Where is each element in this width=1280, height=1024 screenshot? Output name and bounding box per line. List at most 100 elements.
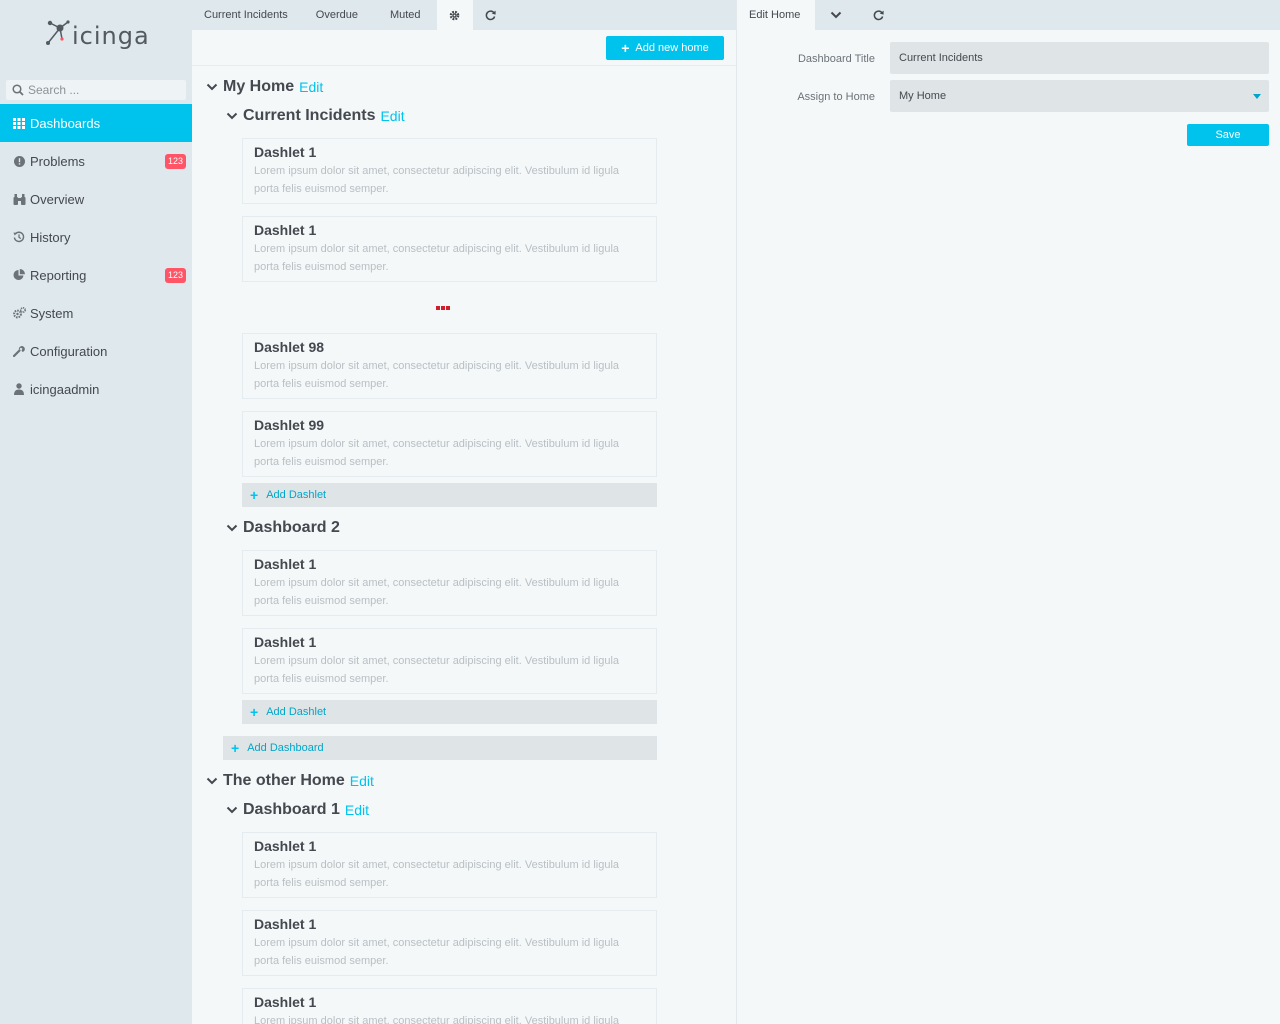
home-header[interactable]: The other Home Edit [206, 772, 374, 790]
sidebar-item-history[interactable]: History [0, 218, 192, 256]
dashlet-card[interactable]: Dashlet 1 Lorem ipsum dolor sit amet, co… [242, 628, 657, 694]
dashboard-overview-pane: Current Incidents Overdue Muted + Add ne… [192, 0, 736, 1024]
dashboard-header[interactable]: Current Incidents Edit [226, 107, 405, 125]
add-dashlet-button[interactable]: + Add Dashlet [242, 483, 657, 507]
grid-icon [12, 116, 26, 130]
sidebar-item-reporting[interactable]: Reporting 123 [0, 256, 192, 294]
assign-home-label: Assign to Home [797, 91, 875, 103]
dashlet-card[interactable]: Dashlet 1 Lorem ipsum dolor sit amet, co… [242, 216, 657, 282]
dashboard-title: Current Incidents [243, 107, 376, 124]
tab-overdue[interactable]: Overdue [300, 0, 374, 30]
edit-dashboard-link[interactable]: Edit [345, 802, 369, 818]
main-tab-bar: Current Incidents Overdue Muted [192, 0, 736, 30]
sidebar-item-label: Problems [30, 153, 85, 169]
dashboard-header[interactable]: Dashboard 1 Edit [226, 801, 369, 819]
refresh-tab-button[interactable] [857, 0, 899, 30]
dashlet-card[interactable]: Dashlet 1 Lorem ipsum dolor sit amet, co… [242, 138, 657, 204]
tab-settings[interactable] [436, 0, 473, 30]
dashlet-card[interactable]: Dashlet 1 Lorem ipsum dolor sit amet, co… [242, 832, 657, 898]
gears-icon [12, 306, 26, 320]
search-icon [12, 84, 24, 96]
plus-icon: + [250, 704, 259, 720]
refresh-tab-button[interactable] [473, 0, 509, 30]
wrench-icon [12, 344, 26, 358]
chevron-down-icon [226, 112, 238, 120]
plus-icon: + [231, 740, 240, 756]
sidebar-item-label: Overview [30, 191, 85, 207]
sidebar-item-label: Dashboards [30, 115, 101, 131]
dashlet-card[interactable]: Dashlet 1 Lorem ipsum dolor sit amet, co… [242, 550, 657, 616]
chevron-down-icon [226, 524, 238, 532]
dashlet-description: Lorem ipsum dolor sit amet, consectetur … [254, 859, 620, 889]
sidebar-item-system[interactable]: System [0, 294, 192, 332]
caret-down-icon [1253, 94, 1261, 99]
save-button[interactable]: Save [1187, 124, 1269, 146]
chevron-down-icon [206, 83, 218, 91]
history-icon [12, 230, 26, 244]
dashlet-description: Lorem ipsum dolor sit amet, consectetur … [254, 243, 620, 273]
gear-icon [449, 10, 460, 20]
dashlet-card[interactable]: Dashlet 1 Lorem ipsum dolor sit amet, co… [242, 988, 657, 1024]
dashlet-title: Dashlet 1 [254, 916, 317, 932]
sidebar-item-overview[interactable]: Overview [0, 180, 192, 218]
dashlet-title: Dashlet 1 [254, 222, 317, 238]
plus-icon: + [250, 487, 259, 503]
more-dashlets-ellipsis [436, 306, 450, 310]
sidebar-item-user[interactable]: icingaadmin [0, 370, 192, 408]
sidebar-item-configuration[interactable]: Configuration [0, 332, 192, 370]
tab-current-incidents[interactable]: Current Incidents [192, 0, 300, 30]
alert-circle-icon [12, 154, 26, 168]
divider [192, 65, 736, 66]
dashlet-description: Lorem ipsum dolor sit amet, consectetur … [254, 360, 620, 390]
sidebar-item-problems[interactable]: Problems 123 [0, 142, 192, 180]
logo-icon [46, 20, 70, 45]
search-input[interactable] [28, 83, 178, 97]
home-title: The other Home [223, 772, 345, 789]
add-dashlet-label: Add Dashlet [266, 489, 327, 501]
dashlet-title: Dashlet 1 [254, 556, 317, 572]
dashlet-card[interactable]: Dashlet 99 Lorem ipsum dolor sit amet, c… [242, 411, 657, 477]
edit-home-link[interactable]: Edit [350, 773, 374, 789]
add-dashlet-button[interactable]: + Add Dashlet [242, 700, 657, 724]
add-new-home-button[interactable]: + Add new home [606, 36, 724, 60]
dashlet-title: Dashlet 1 [254, 634, 317, 650]
dashlet-card[interactable]: Dashlet 1 Lorem ipsum dolor sit amet, co… [242, 910, 657, 976]
edit-home-link[interactable]: Edit [299, 79, 323, 95]
reporting-count-badge: 123 [164, 268, 186, 283]
dashlet-card[interactable]: Dashlet 98 Lorem ipsum dolor sit amet, c… [242, 333, 657, 399]
collapse-tab-button[interactable] [815, 0, 857, 30]
binoculars-icon [12, 192, 26, 206]
dashboard-header[interactable]: Dashboard 2 [226, 519, 340, 537]
user-icon [12, 382, 26, 396]
sidebar-item-dashboards[interactable]: Dashboards [0, 104, 192, 142]
sidebar: icinga Dashboards Problems 123 [0, 0, 192, 1024]
dashlet-description: Lorem ipsum dolor sit amet, consectetur … [254, 1015, 620, 1024]
search-box[interactable] [6, 80, 186, 100]
assign-home-value: My Home [899, 90, 947, 102]
sidebar-item-label: Configuration [30, 343, 108, 359]
right-tab-bar: Edit Home [737, 0, 1280, 30]
tab-muted[interactable]: Muted [374, 0, 437, 30]
dashlet-description: Lorem ipsum dolor sit amet, consectetur … [254, 438, 620, 468]
problems-count-badge: 123 [164, 154, 186, 169]
dashboard-title-label: Dashboard Title [797, 53, 875, 65]
tab-edit-home[interactable]: Edit Home [737, 0, 815, 30]
dashboard-title: Dashboard 2 [243, 519, 340, 536]
edit-dashboard-link[interactable]: Edit [380, 108, 404, 124]
plus-icon: + [621, 40, 630, 56]
add-dashboard-button[interactable]: + Add Dashboard [223, 736, 657, 760]
sidebar-item-label: icingaadmin [30, 381, 100, 397]
dashlet-description: Lorem ipsum dolor sit amet, consectetur … [254, 937, 620, 967]
dashlet-description: Lorem ipsum dolor sit amet, consectetur … [254, 655, 620, 685]
dashlet-title: Dashlet 99 [254, 417, 325, 433]
chevron-down-icon [206, 777, 218, 785]
edit-home-pane: Edit Home Dashboard Title Current Incide… [736, 0, 1280, 1024]
icinga-logo[interactable]: icinga [44, 16, 150, 56]
assign-home-select[interactable]: My Home [890, 80, 1269, 112]
dashboard-title-input[interactable]: Current Incidents [890, 42, 1269, 74]
home-header[interactable]: My Home Edit [206, 78, 323, 96]
add-dashlet-label: Add Dashlet [266, 706, 327, 718]
sidebar-nav: Dashboards Problems 123 Overview History [0, 104, 192, 408]
dashlet-description: Lorem ipsum dolor sit amet, consectetur … [254, 577, 620, 607]
refresh-icon [873, 9, 884, 20]
